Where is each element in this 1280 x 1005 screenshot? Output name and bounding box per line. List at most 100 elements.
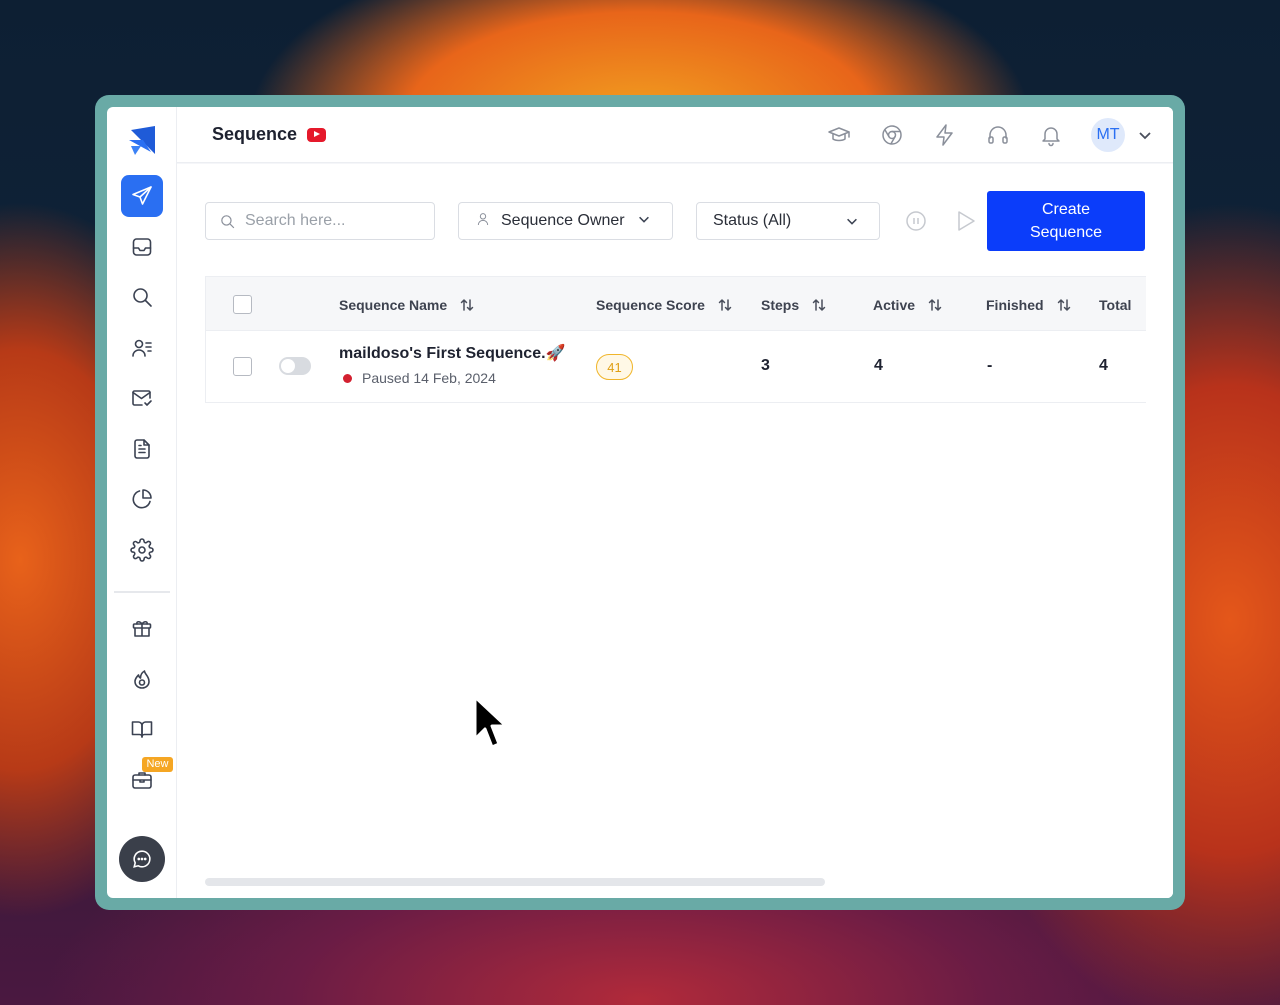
sequence-toggle[interactable] — [279, 357, 311, 375]
col-label: Sequence Name — [339, 296, 448, 313]
book-icon — [131, 721, 152, 738]
chevron-down-icon — [845, 214, 859, 233]
finished-value: - — [987, 357, 993, 374]
inbox-icon — [132, 237, 151, 256]
lightning-icon — [935, 124, 953, 146]
row-select-cell — [233, 357, 252, 376]
chrome-extension-button[interactable] — [865, 123, 918, 147]
mouse-cursor-icon — [473, 695, 508, 749]
account-menu-toggle[interactable] — [1137, 127, 1153, 143]
pause-sequences-button[interactable] — [905, 210, 927, 232]
nav-warmup[interactable] — [121, 658, 163, 700]
sequence-status: Paused 14 Feb, 2024 — [339, 370, 496, 386]
search-icon — [221, 214, 235, 228]
search-box[interactable] — [205, 202, 435, 240]
col-steps[interactable]: Steps — [761, 277, 827, 332]
sort-icon[interactable] — [811, 297, 827, 313]
status-dropdown[interactable]: Status (All) — [696, 202, 880, 240]
nav-contacts[interactable] — [121, 327, 163, 369]
sidebar: New — [107, 107, 177, 898]
youtube-icon[interactable] — [307, 127, 327, 142]
col-finished[interactable]: Finished — [986, 277, 1072, 332]
row-toggle-cell — [279, 357, 311, 375]
horizontal-scrollbar[interactable] — [205, 878, 825, 886]
search-input[interactable] — [245, 212, 415, 230]
nav-search[interactable] — [121, 276, 163, 318]
notifications-button[interactable] — [1024, 123, 1077, 147]
active-value: 4 — [874, 357, 883, 374]
select-all-checkbox[interactable] — [233, 295, 252, 314]
app-logo[interactable] — [122, 121, 162, 161]
chrome-icon — [881, 125, 902, 145]
sort-icon[interactable] — [1056, 297, 1072, 313]
nav-templates[interactable] — [121, 428, 163, 470]
col-label: Total — [1099, 296, 1132, 313]
sequence-name-cell: maildoso's First Sequence.🚀 Paused 14 Fe… — [339, 343, 565, 386]
avatar[interactable]: MT — [1091, 118, 1125, 152]
send-icon — [131, 186, 152, 205]
chevron-down-icon — [637, 212, 651, 231]
nav-inbox[interactable] — [121, 226, 163, 268]
content-area: Sequence Owner Status (All) — [177, 164, 1173, 898]
support-button[interactable] — [971, 123, 1024, 147]
create-sequence-button[interactable]: Create Sequence — [987, 191, 1145, 251]
nav-email-verify[interactable] — [121, 377, 163, 419]
table-header: Sequence Name Sequence Score Steps Activ… — [205, 276, 1146, 331]
nav-knowledge-base[interactable] — [121, 708, 163, 750]
col-sequence-name[interactable]: Sequence Name — [339, 277, 475, 332]
col-label: Steps — [761, 296, 800, 313]
document-icon — [133, 438, 150, 459]
bell-icon — [1041, 127, 1060, 147]
person-icon — [475, 211, 501, 232]
sequence-owner-dropdown[interactable]: Sequence Owner — [458, 202, 673, 240]
page-title: Sequence — [212, 124, 298, 144]
sort-icon[interactable] — [459, 297, 475, 313]
mail-check-icon — [131, 390, 152, 406]
app-window: New Sequence MT Search here... Sequence … — [107, 107, 1173, 898]
sort-icon[interactable] — [717, 297, 733, 313]
sequence-owner-label: Sequence Owner — [501, 212, 625, 229]
nav-settings[interactable] — [121, 529, 163, 571]
graduation-cap-icon — [827, 127, 850, 142]
score-cell: 41 — [596, 354, 633, 380]
gear-icon — [129, 537, 154, 562]
paused-status-dot — [343, 373, 352, 383]
quick-actions-button[interactable] — [918, 123, 971, 147]
nav-sequence[interactable] — [120, 175, 163, 217]
col-label: Finished — [986, 296, 1044, 313]
sequence-table: Sequence Name Sequence Score Steps Activ… — [205, 276, 1146, 403]
new-badge: New — [142, 756, 173, 772]
chat-button[interactable] — [119, 836, 165, 882]
sequence-status-text: Paused 14 Feb, 2024 — [362, 370, 496, 386]
pie-chart-icon — [132, 489, 152, 509]
app-window-frame: New Sequence MT Search here... Sequence … — [95, 95, 1185, 910]
total-value: 4 — [1099, 357, 1108, 374]
topbar: Sequence MT — [177, 107, 1173, 163]
toolbar: Sequence Owner Status (All) — [177, 164, 1173, 274]
table-row[interactable]: maildoso's First Sequence.🚀 Paused 14 Fe… — [205, 331, 1146, 403]
topbar-actions: MT — [812, 107, 1153, 163]
chevron-down-icon — [1139, 132, 1151, 140]
contacts-icon — [131, 339, 152, 357]
nav-reports[interactable] — [121, 478, 163, 520]
search-icon — [132, 288, 152, 307]
col-active[interactable]: Active — [873, 277, 943, 332]
academy-button[interactable] — [812, 123, 865, 147]
sequence-name-link[interactable]: maildoso's First Sequence.🚀 — [339, 343, 565, 363]
nav-rewards[interactable] — [121, 607, 163, 649]
col-sequence-score[interactable]: Sequence Score — [596, 277, 733, 332]
sort-icon[interactable] — [927, 297, 943, 313]
steps-value: 3 — [761, 357, 770, 374]
select-all-cell — [233, 277, 252, 332]
col-total[interactable]: Total — [1099, 277, 1131, 332]
gift-icon — [132, 620, 151, 637]
col-label: Sequence Score — [596, 296, 705, 313]
chat-bubble-icon — [133, 850, 151, 868]
main-area: Sequence MT Search here... Sequence Owne… — [177, 107, 1173, 898]
resume-sequences-button[interactable] — [955, 209, 977, 233]
play-icon — [958, 211, 975, 231]
row-checkbox[interactable] — [233, 357, 252, 376]
nav-new-feature[interactable]: New — [121, 756, 173, 801]
flame-icon — [133, 669, 150, 689]
pause-icon — [906, 211, 926, 231]
